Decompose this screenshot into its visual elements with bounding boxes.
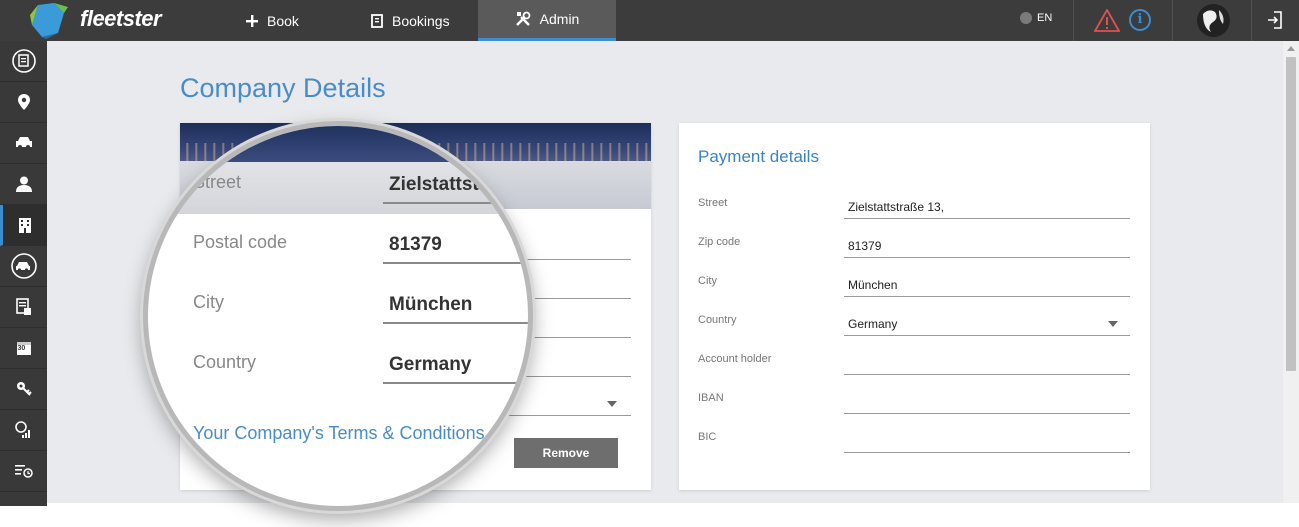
vertical-scrollbar[interactable] xyxy=(1283,41,1299,503)
magnified-street-row: Street Zielstattstr xyxy=(193,162,528,204)
divider xyxy=(1073,0,1074,41)
country-label: Country xyxy=(698,314,737,326)
sidebar-item-company[interactable] xyxy=(0,205,47,246)
user-icon xyxy=(15,176,32,192)
country-value: Germany xyxy=(848,317,898,331)
nav-bookings[interactable]: Bookings xyxy=(371,0,450,41)
sidebar-item-locations[interactable] xyxy=(0,82,47,123)
sidebar-item-reports[interactable] xyxy=(0,287,47,328)
street-field[interactable]: Zielstattstr xyxy=(383,170,528,204)
chevron-down-icon[interactable] xyxy=(607,401,617,407)
sidebar-item-keys[interactable] xyxy=(0,369,47,410)
payment-zip-row: Zip code 81379 xyxy=(698,228,1130,258)
account-holder-label: Account holder xyxy=(698,353,772,365)
payment-street-row: Street Zielstattstraße 13, xyxy=(698,189,1130,219)
sidebar: 30 xyxy=(0,41,47,506)
globe-icon xyxy=(1020,12,1032,24)
postal-code-field[interactable]: 81379 xyxy=(383,230,528,264)
warning-icon[interactable] xyxy=(1094,9,1120,32)
city-label: City xyxy=(193,292,224,312)
street-label: Street xyxy=(698,197,728,209)
fleetster-logo[interactable] xyxy=(28,3,72,39)
sidebar-item-costs[interactable] xyxy=(0,410,47,451)
payment-bic-row: BIC xyxy=(698,423,1130,453)
list-clock-icon xyxy=(14,465,33,478)
street-label: Street xyxy=(193,172,242,192)
report-icon xyxy=(15,298,31,315)
payment-iban-row: IBAN xyxy=(698,384,1130,414)
account-holder-field[interactable] xyxy=(844,347,1130,375)
iban-field[interactable] xyxy=(844,386,1130,414)
building-icon xyxy=(19,218,31,233)
remove-button[interactable]: Remove xyxy=(514,438,618,468)
language-selector[interactable]: EN xyxy=(1020,12,1052,24)
payment-details-card: Payment details Street Zielstattstraße 1… xyxy=(679,123,1150,490)
sidebar-item-logbook[interactable] xyxy=(0,451,47,492)
sidebar-item-vehicles[interactable] xyxy=(0,123,47,164)
sidebar-item-fleet[interactable] xyxy=(0,246,47,287)
nav-admin-label: Admin xyxy=(539,11,580,27)
top-navigation-bar: fleetster Book Bookings Admin EN i xyxy=(0,0,1299,41)
magnified-city-row: City München xyxy=(193,282,528,324)
nav-book[interactable]: Book xyxy=(246,0,299,41)
street-field[interactable]: Zielstattstraße 13, xyxy=(844,191,1130,219)
nav-admin[interactable]: Admin xyxy=(478,0,616,41)
zip-code-label: Zip code xyxy=(698,236,741,248)
payment-account-holder-row: Account holder xyxy=(698,345,1130,375)
avatar[interactable] xyxy=(1197,4,1230,37)
car-icon xyxy=(15,137,32,149)
country-select[interactable]: Germany xyxy=(844,308,1130,336)
iban-label: IBAN xyxy=(698,392,724,404)
sidebar-item-users[interactable] xyxy=(0,164,47,205)
payment-country-row: Country Germany xyxy=(698,306,1130,336)
payment-details-title: Payment details xyxy=(698,147,819,166)
car-circle-icon xyxy=(10,253,37,279)
magnified-postal-code-row: Postal code 81379 xyxy=(193,222,528,264)
city-field[interactable]: München xyxy=(383,290,528,324)
magnifier-lens: Street Zielstattstr Postal code 81379 Ci… xyxy=(143,121,533,511)
bic-label: BIC xyxy=(698,431,717,443)
scroll-up-arrow-icon[interactable] xyxy=(1287,46,1295,51)
terms-conditions-link[interactable]: Your Company's Terms & Conditions xyxy=(193,423,485,444)
country-label: Country xyxy=(193,352,257,372)
sidebar-item-calendar[interactable]: 30 xyxy=(0,328,47,369)
city-label: City xyxy=(698,275,717,287)
divider xyxy=(1172,0,1173,41)
location-pin-icon xyxy=(17,94,30,110)
zip-code-field[interactable]: 81379 xyxy=(844,230,1130,258)
scroll-thumb[interactable] xyxy=(1286,57,1296,371)
key-icon xyxy=(16,382,32,396)
coins-chart-icon xyxy=(14,421,30,438)
calendar-number: 30 xyxy=(17,345,26,352)
sidebar-item-dashboard[interactable] xyxy=(0,41,47,82)
info-icon[interactable]: i xyxy=(1129,9,1151,31)
plus-icon xyxy=(246,14,258,27)
magnified-country-row: Country Germany xyxy=(193,342,528,384)
chevron-down-icon xyxy=(1108,321,1118,327)
bic-field[interactable] xyxy=(844,425,1130,453)
wrench-icon xyxy=(515,11,531,27)
payment-city-row: City München xyxy=(698,267,1130,297)
brand-name: fleetster xyxy=(80,6,162,31)
logout-icon[interactable] xyxy=(1267,11,1283,29)
city-field[interactable]: München xyxy=(844,269,1130,297)
postal-code-label: Postal code xyxy=(193,232,288,252)
nav-book-label: Book xyxy=(267,12,299,29)
nav-bookings-label: Bookings xyxy=(392,12,450,29)
page-title: Company Details xyxy=(180,73,386,103)
divider xyxy=(1251,0,1252,41)
clipboard-icon xyxy=(371,13,383,28)
calendar-icon: 30 xyxy=(16,340,32,356)
dashboard-icon xyxy=(11,49,36,73)
country-field[interactable]: Germany xyxy=(383,350,528,384)
language-label: EN xyxy=(1037,12,1053,24)
